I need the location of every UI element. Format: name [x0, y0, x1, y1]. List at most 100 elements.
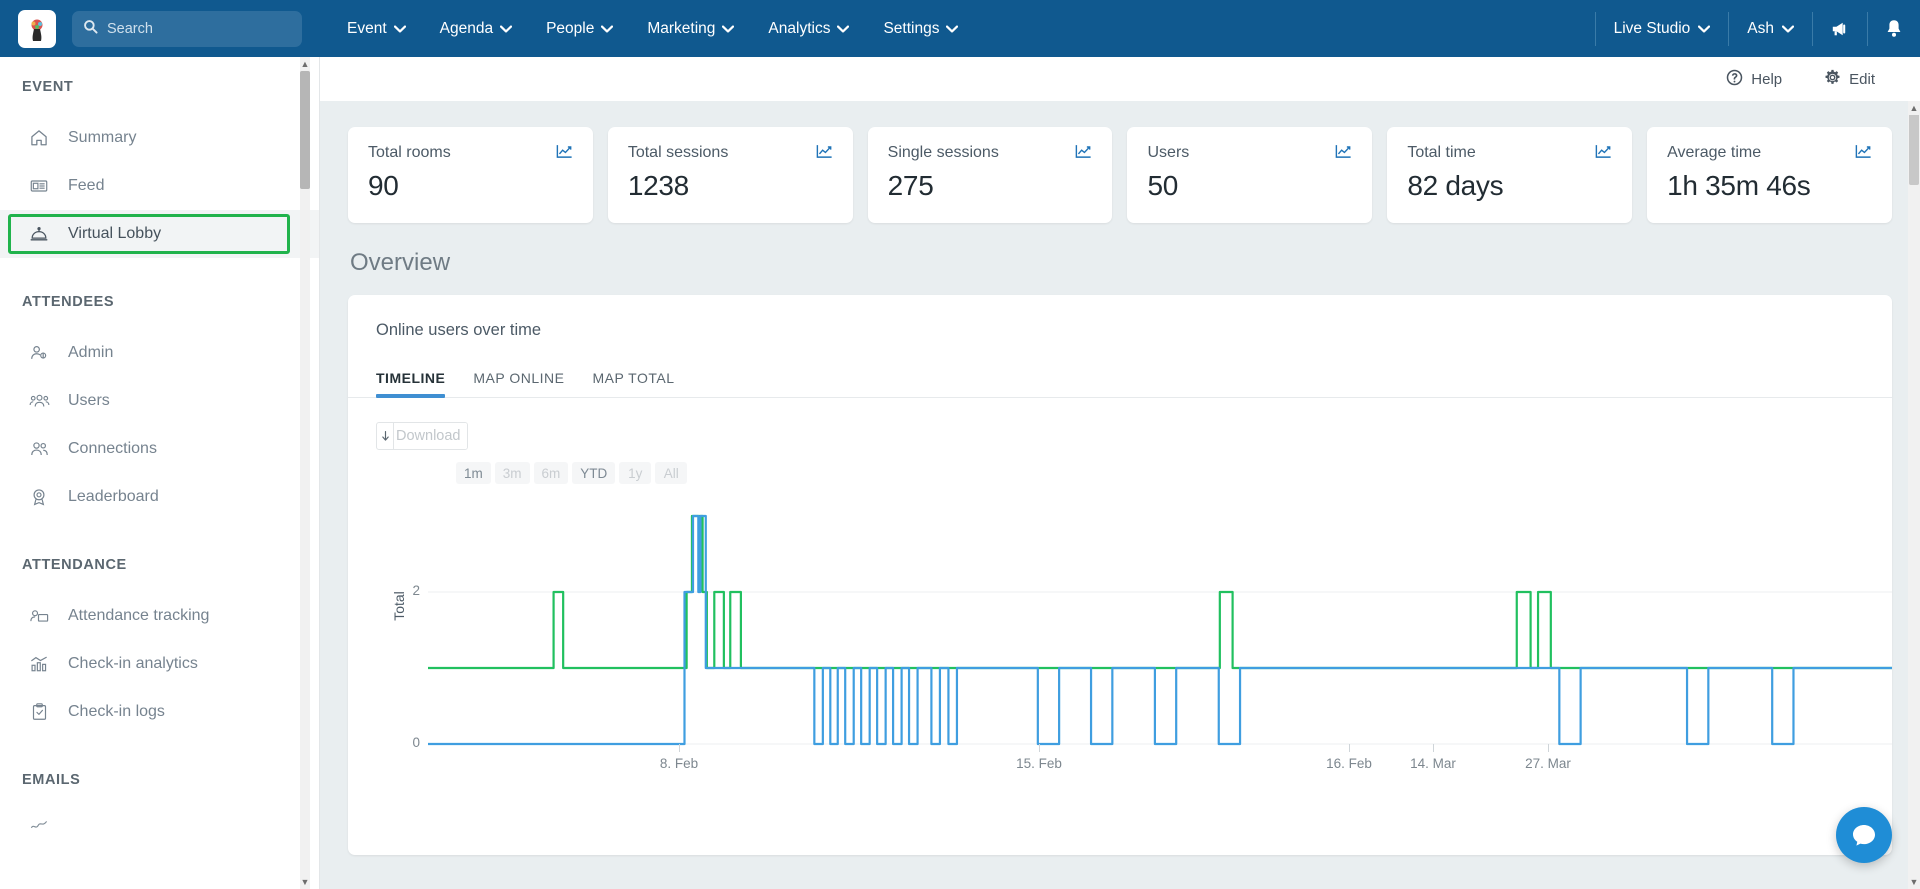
- help-button[interactable]: Help: [1711, 60, 1797, 99]
- sidebar-item-connections[interactable]: Connections: [0, 425, 319, 473]
- range-button-1m[interactable]: 1m: [456, 462, 491, 484]
- chart-y-tick-2: 2: [412, 583, 420, 598]
- range-button-6m[interactable]: 6m: [533, 462, 569, 484]
- line-chart-icon[interactable]: [816, 144, 833, 164]
- sidebar-item-leaderboard-label: Leaderboard: [68, 488, 159, 505]
- line-chart-icon[interactable]: [556, 144, 573, 164]
- timeline-chart[interactable]: Total 2 0 8. Feb 15. Feb 16. Feb 14. Mar 27.…: [376, 502, 1892, 782]
- stat-card-total-time-label: Total time: [1407, 144, 1476, 161]
- feed-icon: [28, 175, 50, 197]
- stat-card-total-rooms-label: Total rooms: [368, 144, 451, 161]
- download-button[interactable]: Download: [376, 422, 468, 450]
- top-nav-menu-agenda[interactable]: Agenda: [423, 0, 529, 57]
- stat-card-total-sessions[interactable]: Total sessions 1238: [607, 127, 853, 223]
- line-chart-icon[interactable]: [1335, 144, 1352, 164]
- edit-button-label: Edit: [1849, 70, 1875, 88]
- sidebar-group-title-attendees: ATTENDEES: [22, 294, 115, 310]
- bar-chart-icon: [28, 653, 50, 675]
- stat-card-users[interactable]: Users 50: [1127, 127, 1373, 223]
- stat-card-total-sessions-value: 1238: [627, 170, 689, 201]
- home-icon: [28, 127, 50, 149]
- main-content-area: Help Edit Total rooms 90 Total sessions …: [320, 57, 1920, 889]
- sidebar-item-check-in-logs-label: Check-in logs: [68, 703, 165, 720]
- tab-map-online-label: MAP ONLINE: [473, 370, 565, 386]
- top-nav-right-group: Live Studio Ash: [1594, 0, 1920, 57]
- top-nav-menu-list: Event Agenda People Marketing Analytics: [330, 0, 975, 57]
- sidebar-item-analytics-partial[interactable]: [0, 802, 319, 850]
- sidebar-content: EVENT Summary Feed Virtual Lobby ATTENDE…: [0, 57, 319, 850]
- top-nav-menu-agenda-label: Agenda: [439, 19, 494, 37]
- account-menu[interactable]: Ash: [1728, 11, 1812, 46]
- top-nav-menu-people[interactable]: People: [529, 0, 630, 57]
- app-logo-icon[interactable]: [18, 9, 56, 48]
- line-chart-icon[interactable]: [1075, 144, 1092, 164]
- stat-card-total-rooms[interactable]: Total rooms 90: [348, 127, 593, 223]
- edit-button[interactable]: Edit: [1809, 60, 1890, 99]
- search-input[interactable]: [107, 20, 277, 37]
- chevron-down-icon: [1698, 20, 1711, 38]
- account-name-label: Ash: [1747, 19, 1774, 37]
- chart-y-axis-label: Total: [390, 591, 407, 621]
- megaphone-icon[interactable]: [1812, 11, 1867, 46]
- download-arrow-icon: [377, 423, 393, 449]
- sidebar-item-check-in-analytics[interactable]: Check-in analytics: [0, 640, 319, 688]
- tab-timeline-label: TIMELINE: [376, 370, 446, 386]
- range-button-ytd[interactable]: YTD: [572, 462, 616, 484]
- range-button-1y[interactable]: 1y: [619, 462, 652, 484]
- content-toolbar: Help Edit: [320, 57, 1920, 101]
- stat-card-average-time-label: Average time: [1667, 144, 1762, 161]
- sidebar-scrollbar[interactable]: [300, 57, 310, 889]
- sidebar-item-virtual-lobby[interactable]: Virtual Lobby: [0, 210, 319, 258]
- main-scroll-down-icon[interactable]: ▼: [1908, 875, 1920, 889]
- stat-card-single-sessions[interactable]: Single sessions 275: [867, 127, 1113, 223]
- award-icon: [28, 486, 50, 508]
- line-chart-icon[interactable]: [1855, 144, 1872, 164]
- top-nav-menu-settings[interactable]: Settings: [866, 0, 975, 57]
- top-nav-menu-analytics[interactable]: Analytics: [751, 0, 866, 57]
- panel-tabs: TIMELINE MAP ONLINE MAP TOTAL: [348, 360, 1892, 398]
- sidebar-item-feed[interactable]: Feed: [0, 162, 319, 210]
- bell-icon[interactable]: [1867, 11, 1920, 46]
- sidebar-scroll-up-icon[interactable]: ▲: [300, 57, 310, 71]
- range-button-all[interactable]: All: [655, 462, 688, 484]
- search-icon: [83, 19, 98, 39]
- search-box[interactable]: [72, 10, 302, 47]
- stat-card-average-time[interactable]: Average time 1h 35m 46s: [1647, 127, 1892, 223]
- stat-card-total-time[interactable]: Total time 82 days: [1387, 127, 1633, 223]
- main-scroll-up-icon[interactable]: ▲: [1908, 101, 1920, 115]
- live-studio-label: Live Studio: [1613, 19, 1691, 37]
- sidebar-item-check-in-logs[interactable]: Check-in logs: [0, 688, 319, 736]
- main-scrollbar-thumb[interactable]: [1909, 113, 1919, 185]
- chart-x-tick-label: 16. Feb: [1326, 756, 1372, 771]
- top-nav-menu-event-label: Event: [347, 19, 387, 37]
- top-nav-menu-people-label: People: [546, 19, 595, 37]
- chart-x-tick-label: 15. Feb: [1016, 756, 1062, 771]
- tab-map-total[interactable]: MAP TOTAL: [578, 360, 688, 397]
- sidebar-item-leaderboard[interactable]: Leaderboard: [0, 473, 319, 521]
- top-nav-menu-marketing[interactable]: Marketing: [630, 0, 751, 57]
- dashboard-body: Total rooms 90 Total sessions 1238 Singl…: [320, 101, 1920, 855]
- live-studio-button[interactable]: Live Studio: [1594, 11, 1729, 46]
- connections-icon: [28, 438, 50, 460]
- top-nav-menu-analytics-label: Analytics: [768, 19, 831, 37]
- sidebar-item-users[interactable]: Users: [0, 377, 319, 425]
- clipboard-check-icon: [28, 701, 50, 723]
- user-admin-icon: [28, 342, 50, 364]
- tab-map-online[interactable]: MAP ONLINE: [459, 360, 578, 397]
- sidebar-scroll-down-icon[interactable]: ▼: [300, 875, 310, 889]
- chat-bubble-icon[interactable]: [1836, 807, 1892, 863]
- sidebar-item-admin[interactable]: Admin: [0, 329, 319, 377]
- tab-timeline[interactable]: TIMELINE: [362, 360, 459, 398]
- chevron-down-icon: [499, 20, 513, 38]
- sidebar-group-title-attendance: ATTENDANCE: [22, 557, 127, 573]
- range-button-3m[interactable]: 3m: [494, 462, 530, 484]
- sidebar-item-attendance-tracking[interactable]: Attendance tracking: [0, 592, 319, 640]
- online-users-panel: Online users over time TIMELINE MAP ONLI…: [348, 295, 1892, 855]
- top-nav-menu-event[interactable]: Event: [330, 0, 423, 57]
- chart-y-tick-0: 0: [412, 735, 420, 750]
- top-navigation-bar: Event Agenda People Marketing Analytics: [0, 0, 1920, 57]
- main-scrollbar[interactable]: [1908, 101, 1920, 889]
- line-chart-icon[interactable]: [1595, 144, 1612, 164]
- sidebar-item-summary[interactable]: Summary: [0, 114, 319, 162]
- sidebar-scrollbar-thumb[interactable]: [300, 71, 310, 189]
